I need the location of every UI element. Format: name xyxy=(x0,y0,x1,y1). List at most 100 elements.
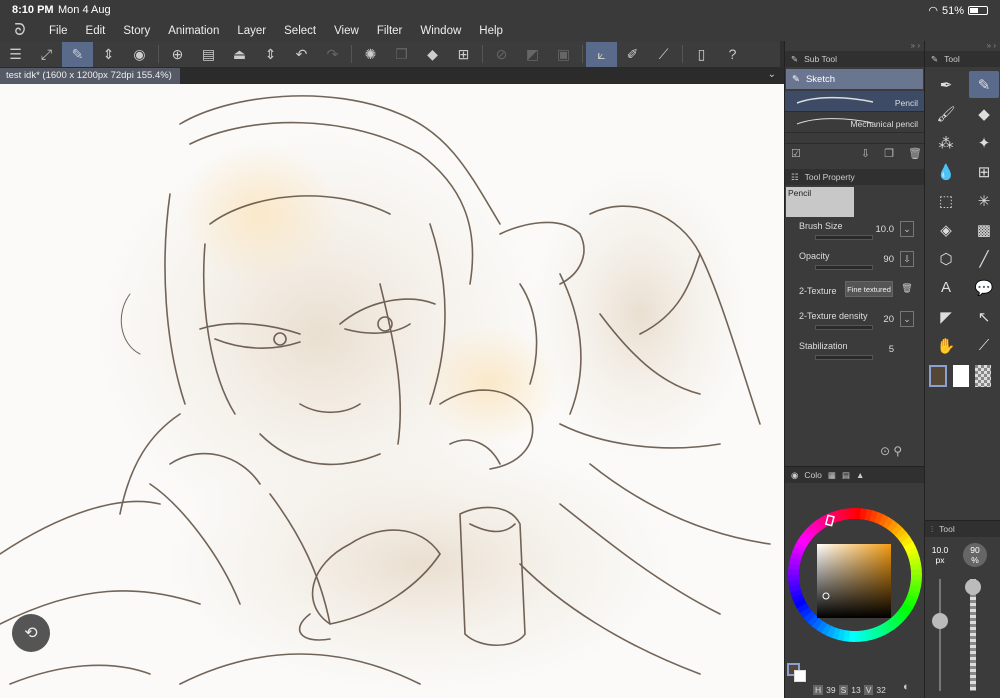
ruler-snap-icon[interactable]: ⟀ xyxy=(586,41,617,67)
redo-icon[interactable]: ↷ xyxy=(317,42,348,67)
menu-edit[interactable]: Edit xyxy=(77,25,115,37)
correct-line-tool-icon[interactable]: ↖ xyxy=(969,303,999,330)
subtool-item-pencil[interactable]: Pencil xyxy=(785,91,924,112)
open-folder-icon[interactable]: ▤ xyxy=(193,42,224,67)
panel-collapse-icon[interactable]: » › xyxy=(785,41,924,51)
hand-tool-icon[interactable]: ✋ xyxy=(931,332,961,359)
texture-select[interactable]: Fine textured xyxy=(845,281,893,297)
subtool-item-mechanical-pencil[interactable]: Mechanical pencil xyxy=(785,112,924,133)
texture-density-slider[interactable] xyxy=(815,325,873,330)
blend-tool-icon[interactable]: 💧 xyxy=(931,158,961,185)
menu-layer[interactable]: Layer xyxy=(228,25,275,37)
balloon-tool-icon[interactable]: 💬 xyxy=(969,274,999,301)
fill-tool-icon[interactable]: ◈ xyxy=(931,216,961,243)
line-tool-icon[interactable]: ╱ xyxy=(969,245,999,272)
text-tool-icon[interactable]: A xyxy=(931,274,961,301)
hamburger-menu-icon[interactable]: ☰ xyxy=(0,42,31,67)
color-wheel[interactable] xyxy=(785,483,925,668)
decoration-tool-icon[interactable]: ✦ xyxy=(969,129,999,156)
deselect-icon[interactable]: ⊘ xyxy=(486,42,517,67)
color-mode-icon[interactable]: ◐ xyxy=(903,681,910,693)
help-icon[interactable]: ? xyxy=(717,42,748,67)
edit-mode-icon[interactable]: ✎ xyxy=(62,41,93,67)
ios-status-bar: 8:10 PM Mon 4 Aug ◠ 51% xyxy=(0,0,1000,20)
operation-tool-icon[interactable]: ⬡ xyxy=(931,245,961,272)
property-settings-icon[interactable]: ⊙ ⚲ xyxy=(880,444,902,458)
brush-snap-icon[interactable]: ✐ xyxy=(617,42,648,67)
color-wheel-tab-icon[interactable]: ◉ xyxy=(791,470,798,481)
main-sub-color-swatch[interactable] xyxy=(787,663,807,683)
color-mix-tab-icon[interactable]: ▲ xyxy=(856,470,864,480)
frame-tool-icon[interactable]: ◤ xyxy=(931,303,961,330)
save-icon[interactable]: ⏏ xyxy=(224,42,255,67)
eyedropper-tool-icon[interactable]: ⟋ xyxy=(969,332,999,359)
save-options-icon[interactable]: ⇕ xyxy=(255,42,286,67)
menu-window[interactable]: Window xyxy=(411,25,470,37)
transparent-color-chip[interactable] xyxy=(975,365,991,387)
figure-tool-icon[interactable]: ⊞ xyxy=(969,158,999,185)
app-logo-icon[interactable]: ᘐ xyxy=(0,22,40,40)
opacity-slider-knob[interactable] xyxy=(965,579,981,595)
fill-icon[interactable]: ◆ xyxy=(417,42,448,67)
trash-icon[interactable]: 🗑 xyxy=(908,147,922,160)
document-tab[interactable]: test idk* (1600 x 1200px 72dpi 155.4%) xyxy=(0,68,180,84)
subtool-group-sketch[interactable]: ✎ Sketch xyxy=(786,69,923,89)
menu-animation[interactable]: Animation xyxy=(159,25,228,37)
menu-view[interactable]: View xyxy=(325,25,368,37)
updown-stepper-icon[interactable]: ⇕ xyxy=(93,42,124,67)
brush-size-slider-knob[interactable] xyxy=(932,613,948,629)
copy-icon[interactable]: ❐ xyxy=(386,42,417,67)
crop-icon[interactable]: ▣ xyxy=(548,42,579,67)
invert-selection-icon[interactable]: ◩ xyxy=(517,42,548,67)
stabilization-slider[interactable] xyxy=(815,355,873,360)
transform-icon[interactable]: ⊞ xyxy=(448,42,479,67)
opacity-slider[interactable] xyxy=(815,265,873,270)
selection-tool-icon[interactable]: ⬚ xyxy=(931,187,961,214)
sub-color-chip[interactable] xyxy=(953,365,969,387)
brush-size-dropdown-icon[interactable]: ⌄ xyxy=(900,221,914,237)
texture-density-dropdown-icon[interactable]: ⌄ xyxy=(900,311,914,327)
color-tab-label[interactable]: Colo xyxy=(804,470,821,480)
brush-size-value[interactable]: 10.0 xyxy=(876,224,895,235)
sub-color-swatch[interactable] xyxy=(794,670,806,682)
clear-icon[interactable]: ✺ xyxy=(355,42,386,67)
panel-collapse-icon[interactable]: » › xyxy=(925,41,1000,51)
texture-density-value[interactable]: 20 xyxy=(883,314,894,325)
brush-size-vertical-slider[interactable] xyxy=(939,579,941,691)
brush-size-slider[interactable] xyxy=(815,235,873,240)
subtool-settings-icon[interactable]: ☑ xyxy=(791,147,801,160)
opacity-pressure-icon[interactable]: ⇩ xyxy=(900,251,914,267)
pencil-tool-icon[interactable]: ✎ xyxy=(969,71,999,98)
menu-story[interactable]: Story xyxy=(114,25,159,37)
perspective-icon[interactable]: ⟋ xyxy=(648,42,679,67)
color-history-tab-icon[interactable]: ▤ xyxy=(842,470,850,481)
color-set-tab-icon[interactable]: ▦ xyxy=(828,470,836,481)
stabilization-value[interactable]: 5 xyxy=(889,344,894,355)
new-file-icon[interactable]: ⊕ xyxy=(162,42,193,67)
subtool-actions: ☑ ⇩ ❐ 🗑 xyxy=(785,143,924,163)
import-subtool-icon[interactable]: ⇩ xyxy=(861,147,870,160)
drawing-canvas[interactable]: ⟲ xyxy=(0,84,784,698)
gradient-tool-icon[interactable]: ▩ xyxy=(969,216,999,243)
trash-icon[interactable]: 🗑 xyxy=(900,281,914,297)
device-icon[interactable]: ▯ xyxy=(686,42,717,67)
opacity-value[interactable]: 90 xyxy=(883,254,894,265)
menu-help[interactable]: Help xyxy=(470,25,512,37)
undo-icon[interactable]: ↶ xyxy=(286,42,317,67)
airbrush-tool-icon[interactable]: ⁂ xyxy=(931,129,961,156)
rotate-canvas-button[interactable]: ⟲ xyxy=(12,614,50,652)
record-icon[interactable]: ◉ xyxy=(124,42,155,67)
menu-file[interactable]: File xyxy=(40,25,77,37)
menu-select[interactable]: Select xyxy=(275,25,325,37)
duplicate-subtool-icon[interactable]: ❐ xyxy=(884,147,894,160)
menu-filter[interactable]: Filter xyxy=(368,25,412,37)
auto-select-tool-icon[interactable]: ✳ xyxy=(969,187,999,214)
resize-canvas-icon[interactable]: ⤢ xyxy=(31,42,62,67)
opacity-number: 90 xyxy=(970,545,980,555)
eraser-tool-icon[interactable]: ◆ xyxy=(969,100,999,127)
brush-tool-icon[interactable]: 🖌 xyxy=(931,100,961,127)
chevron-down-icon[interactable]: ⌄ xyxy=(768,69,776,80)
main-color-chip[interactable] xyxy=(929,365,947,387)
opacity-vertical-slider[interactable] xyxy=(970,579,976,691)
pen-tool-icon[interactable]: ✒ xyxy=(931,71,961,98)
